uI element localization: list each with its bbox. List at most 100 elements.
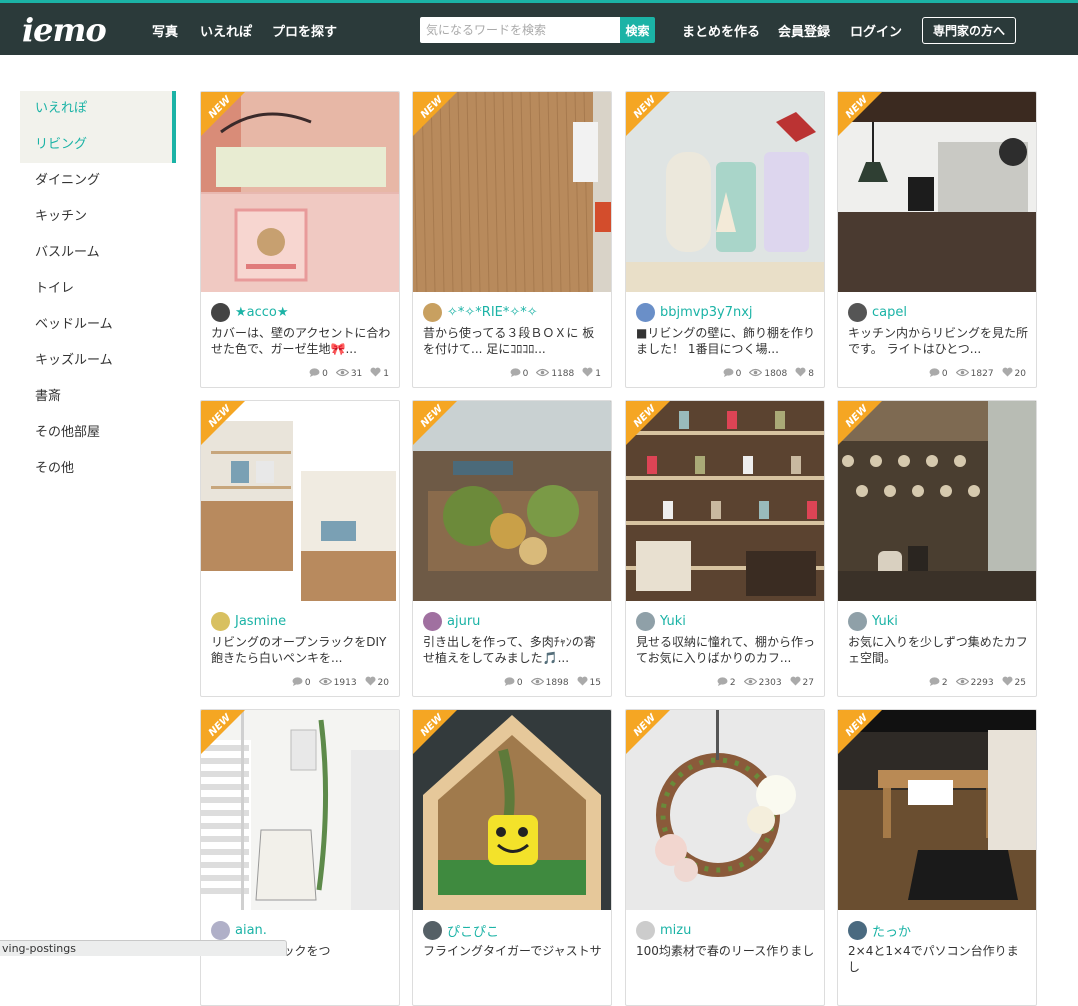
post-card[interactable]: NEW ぴこぴこ フライングタイガーでジャストサ	[412, 709, 612, 1006]
post-author[interactable]: Jasmine	[211, 611, 286, 631]
sidebar-item[interactable]: 書斎	[20, 379, 176, 415]
post-description[interactable]: フライングタイガーでジャストサ	[423, 943, 605, 975]
post-stats: 0 31 1	[301, 367, 389, 380]
for-professionals-button[interactable]: 専門家の方へ	[922, 17, 1016, 44]
sidebar-item[interactable]: キッズルーム	[20, 343, 176, 379]
post-description[interactable]: お気に入りを少しずつ集めたカフェ空間。	[848, 634, 1030, 666]
post-card[interactable]: NEW Yuki お気に入りを少しずつ集めたカフェ空間。 2 2293 25	[837, 400, 1037, 697]
eye-icon	[536, 368, 551, 380]
sidebar-item[interactable]: バスルーム	[20, 235, 176, 271]
post-card[interactable]: NEW Jasmine リビングのオープンラックをDIY 飽きたら白いペンキを.…	[200, 400, 400, 697]
view-count: 1898	[545, 677, 569, 688]
username[interactable]: Yuki	[872, 614, 898, 629]
post-author[interactable]: Yuki	[636, 611, 686, 631]
nav-find-pro[interactable]: プロを探す	[272, 21, 337, 40]
post-author[interactable]: aian.	[211, 920, 267, 940]
create-matome-link[interactable]: まとめを作る	[682, 21, 760, 40]
username[interactable]: ★acco★	[235, 305, 289, 320]
username[interactable]: Yuki	[660, 614, 686, 629]
username[interactable]: mizu	[660, 923, 691, 938]
post-card[interactable]: NEW たっか 2×4と1×4でパソコン台作りまし	[837, 709, 1037, 1006]
post-card[interactable]: NEW ajuru 引き出しを作って、多肉ﾁｬﾝの寄せ植えをしてみました🎵...…	[412, 400, 612, 697]
sidebar-item[interactable]: その他部屋	[20, 415, 176, 451]
post-stats: 0 1188 1	[502, 367, 601, 380]
sidebar-item[interactable]: ベッドルーム	[20, 307, 176, 343]
register-link[interactable]: 会員登録	[778, 21, 830, 40]
heart-icon	[577, 676, 590, 689]
comment-icon	[929, 367, 942, 380]
username[interactable]: ajuru	[447, 614, 480, 629]
post-card[interactable]: NEW ✧*✧*RIE*✧*✧ 昔から使ってる３段ＢＯＸに 板を付けて... 足…	[412, 91, 612, 388]
post-description[interactable]: 100均素材で春のリース作りまし	[636, 943, 818, 975]
post-author[interactable]: mizu	[636, 920, 691, 940]
post-stats: 0 1808 8	[715, 367, 814, 380]
post-author[interactable]: ぴこぴこ	[423, 920, 499, 940]
post-author[interactable]: ajuru	[423, 611, 480, 631]
avatar[interactable]	[211, 611, 230, 631]
view-count: 2303	[758, 677, 782, 688]
post-description[interactable]: 引き出しを作って、多肉ﾁｬﾝの寄せ植えをしてみました🎵...	[423, 634, 605, 666]
avatar[interactable]	[423, 920, 442, 940]
heart-icon	[582, 367, 595, 380]
avatar[interactable]	[636, 302, 655, 322]
avatar[interactable]	[211, 302, 230, 322]
post-card[interactable]: NEW ★acco★ カバーは、壁のアクセントに合わせた色で、ガーゼ生地🎀...…	[200, 91, 400, 388]
avatar[interactable]	[848, 611, 867, 631]
eye-icon	[955, 677, 971, 689]
sidebar-item[interactable]: リビング	[20, 127, 176, 163]
post-card[interactable]: NEW Yuki 見せる収納に憧れて、棚から作ってお気に入りばかりのカフ... …	[625, 400, 825, 697]
post-author[interactable]: たっか	[848, 920, 911, 940]
sidebar-item[interactable]: トイレ	[20, 271, 176, 307]
comment-count: 2	[729, 677, 736, 688]
post-card[interactable]: NEW mizu 100均素材で春のリース作りまし	[625, 709, 825, 1006]
comment-count: 0	[322, 368, 328, 379]
avatar[interactable]	[636, 611, 655, 631]
comment-icon	[717, 676, 730, 689]
post-card[interactable]: NEW aian. ...セリアのフックをつ	[200, 709, 400, 1006]
post-card[interactable]: NEW bbjmvp3y7nxj ■リビングの壁に、飾り棚を作りました！ 1番目…	[625, 91, 825, 388]
post-description[interactable]: 昔から使ってる３段ＢＯＸに 板を付けて... 足にｺﾛｺﾛ...	[423, 325, 605, 357]
post-description[interactable]: 見せる収納に憧れて、棚から作ってお気に入りばかりのカフ...	[636, 634, 818, 666]
sidebar-item[interactable]: ダイニング	[20, 163, 176, 199]
nav-iereport[interactable]: いえれぽ	[200, 21, 252, 40]
comment-icon	[510, 367, 523, 380]
comment-icon	[504, 676, 517, 689]
avatar[interactable]	[848, 302, 867, 322]
post-author[interactable]: bbjmvp3y7nxj	[636, 302, 753, 322]
post-card[interactable]: NEW capel キッチン内からリビングを見た所です。 ライトはひとつ... …	[837, 91, 1037, 388]
username[interactable]: bbjmvp3y7nxj	[660, 305, 753, 320]
avatar[interactable]	[848, 920, 867, 940]
login-link[interactable]: ログイン	[850, 21, 902, 40]
iemo-logo[interactable]: iemo	[22, 11, 107, 49]
post-author[interactable]: ✧*✧*RIE*✧*✧	[423, 302, 538, 322]
username[interactable]: ぴこぴこ	[447, 921, 499, 940]
search-button[interactable]: 検索	[620, 17, 655, 43]
username[interactable]: たっか	[872, 921, 911, 940]
post-author[interactable]: ★acco★	[211, 302, 289, 322]
post-description[interactable]: カバーは、壁のアクセントに合わせた色で、ガーゼ生地🎀...	[211, 325, 393, 357]
avatar[interactable]	[423, 611, 442, 631]
avatar[interactable]	[636, 920, 655, 940]
username[interactable]: Jasmine	[235, 614, 286, 629]
post-description[interactable]: ■リビングの壁に、飾り棚を作りました！ 1番目につく場...	[636, 325, 818, 357]
sidebar-item[interactable]: いえれぽ	[20, 91, 176, 127]
avatar[interactable]	[211, 920, 230, 940]
sidebar-item[interactable]: その他	[20, 451, 176, 487]
search-input[interactable]	[420, 17, 620, 43]
username[interactable]: ✧*✧*RIE*✧*✧	[447, 305, 538, 320]
username[interactable]: capel	[872, 305, 907, 320]
eye-icon	[743, 677, 759, 689]
post-author[interactable]: capel	[848, 302, 907, 322]
post-description[interactable]: リビングのオープンラックをDIY 飽きたら白いペンキを...	[211, 634, 393, 666]
heart-icon	[365, 676, 378, 689]
username[interactable]: aian.	[235, 923, 267, 938]
nav-photos[interactable]: 写真	[152, 21, 178, 40]
avatar[interactable]	[423, 302, 442, 322]
post-description[interactable]: キッチン内からリビングを見た所です。 ライトはひとつ...	[848, 325, 1030, 357]
sidebar-item[interactable]: キッチン	[20, 199, 176, 235]
post-author[interactable]: Yuki	[848, 611, 898, 631]
heart-icon	[1002, 367, 1015, 380]
view-count: 1827	[970, 368, 994, 379]
post-description[interactable]: 2×4と1×4でパソコン台作りまし	[848, 943, 1030, 975]
view-count: 1913	[333, 677, 357, 688]
